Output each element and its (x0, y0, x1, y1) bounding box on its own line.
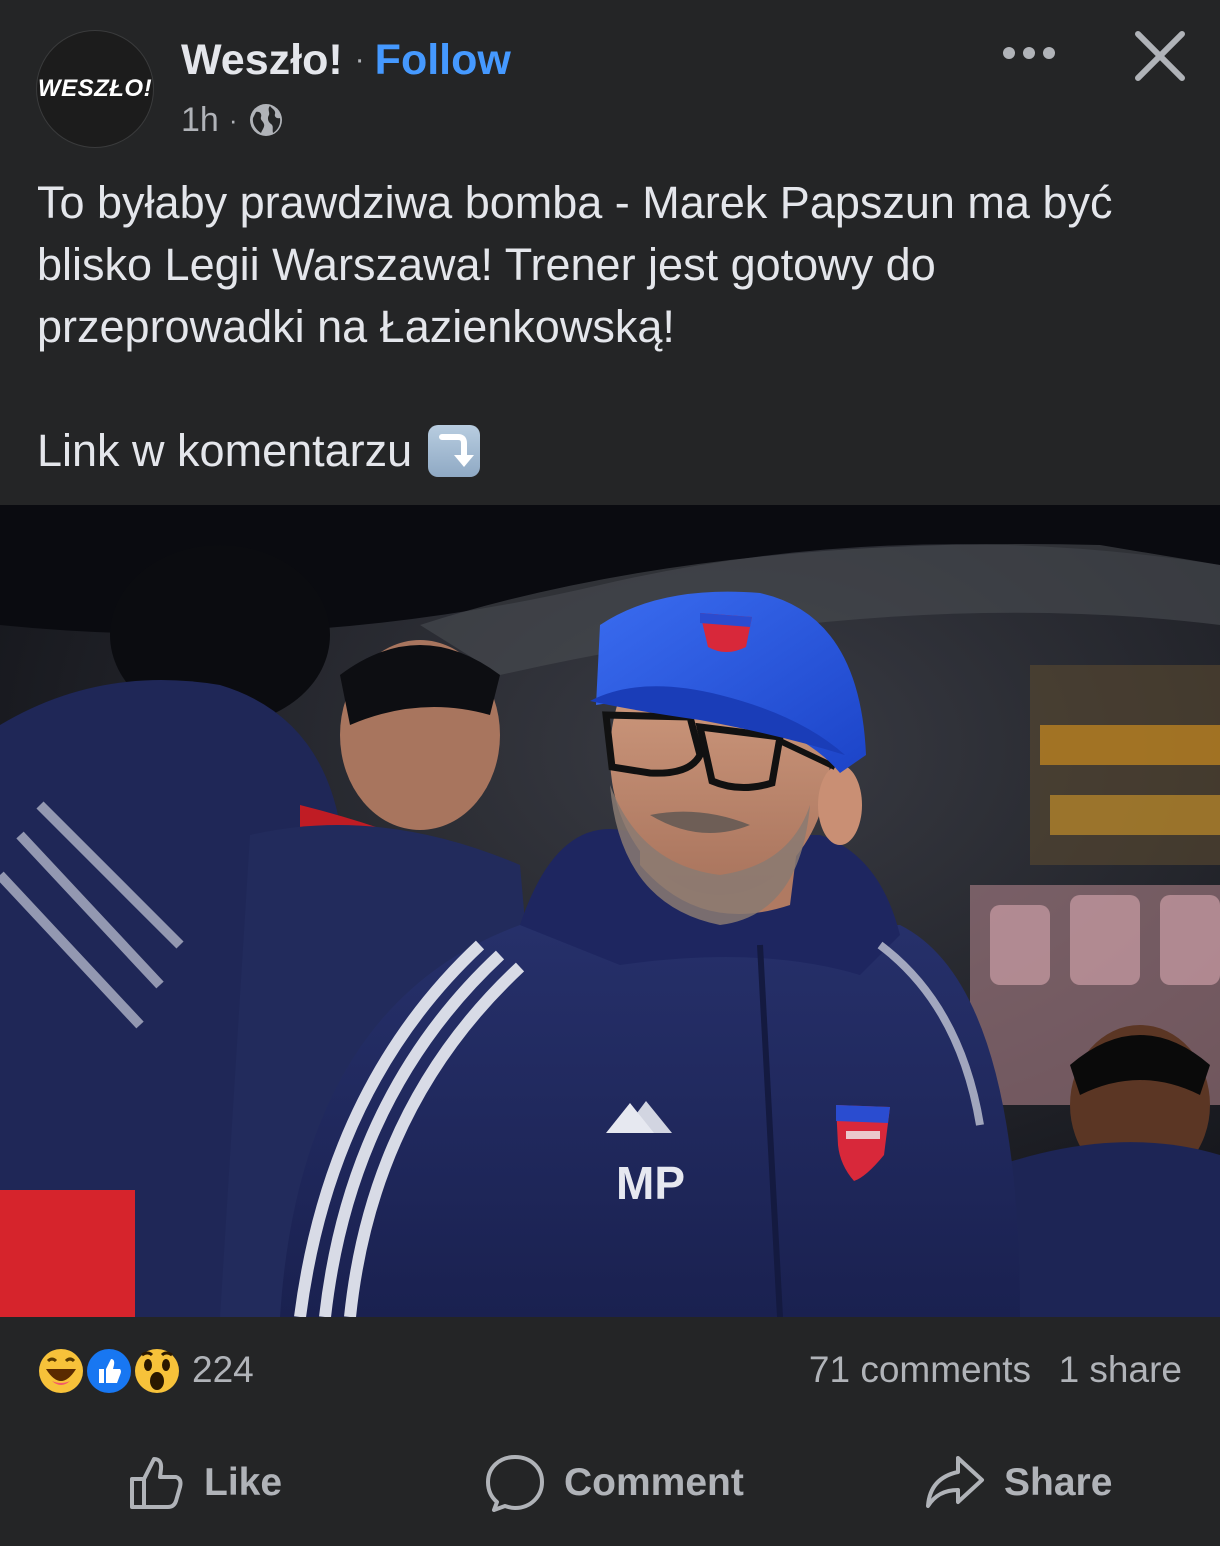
post-text-link-note: Link w komentarzu (37, 425, 413, 476)
post-text-link-line: Link w komentarzu (37, 420, 1197, 482)
like-reaction-icon (85, 1347, 133, 1395)
more-options-icon (1003, 47, 1055, 59)
like-button[interactable]: Like (126, 1425, 282, 1540)
more-options-button[interactable] (994, 30, 1064, 76)
comments-count[interactable]: 71 comments (809, 1346, 1031, 1394)
post-header: WESZŁO! Weszło! · Follow 1h · (0, 0, 1220, 160)
haha-reaction-icon (37, 1347, 85, 1395)
close-icon (1135, 31, 1185, 81)
post-actions: Like Comment Share (0, 1425, 1220, 1540)
thumbs-up-icon (130, 1456, 183, 1509)
page-avatar[interactable]: WESZŁO! (36, 30, 154, 148)
wow-reaction-icon (133, 1347, 181, 1395)
share-label: Share (1004, 1460, 1113, 1504)
page-name-line: Weszło! · Follow (181, 30, 511, 90)
jacket-initials: MP (616, 1157, 685, 1209)
post-stats: 224 71 comments 1 share (0, 1318, 1220, 1420)
post-timestamp[interactable]: 1h (181, 101, 219, 140)
avatar-logo-text: WESZŁO! (37, 75, 153, 102)
share-icon (926, 1455, 984, 1508)
meta-separator: · (228, 104, 238, 135)
follow-button[interactable]: Follow (375, 36, 511, 85)
reaction-icons[interactable] (36, 1345, 186, 1397)
post-text: To byłaby prawdziwa bomba - Marek Papszu… (37, 172, 1197, 482)
page-name[interactable]: Weszło! (181, 36, 343, 85)
share-button[interactable]: Share (924, 1425, 1112, 1540)
reaction-count[interactable]: 224 (192, 1346, 254, 1394)
arrow-down-right-emoji-icon (428, 425, 481, 477)
comment-icon (486, 1454, 544, 1512)
name-separator: · (354, 43, 365, 76)
coach-photo-icon: MP (0, 505, 1220, 1317)
post-photo[interactable]: MP (0, 505, 1220, 1317)
facebook-post: WESZŁO! Weszło! · Follow 1h · To byłaby … (0, 0, 1220, 1546)
post-meta: 1h · (181, 98, 284, 142)
globe-icon (249, 104, 282, 136)
comment-label: Comment (564, 1460, 744, 1504)
shares-count[interactable]: 1 share (1059, 1346, 1182, 1394)
close-button[interactable] (1128, 24, 1192, 88)
post-text-main: To byłaby prawdziwa bomba - Marek Papszu… (37, 177, 1113, 352)
comment-button[interactable]: Comment (484, 1425, 744, 1540)
like-label: Like (204, 1460, 283, 1504)
